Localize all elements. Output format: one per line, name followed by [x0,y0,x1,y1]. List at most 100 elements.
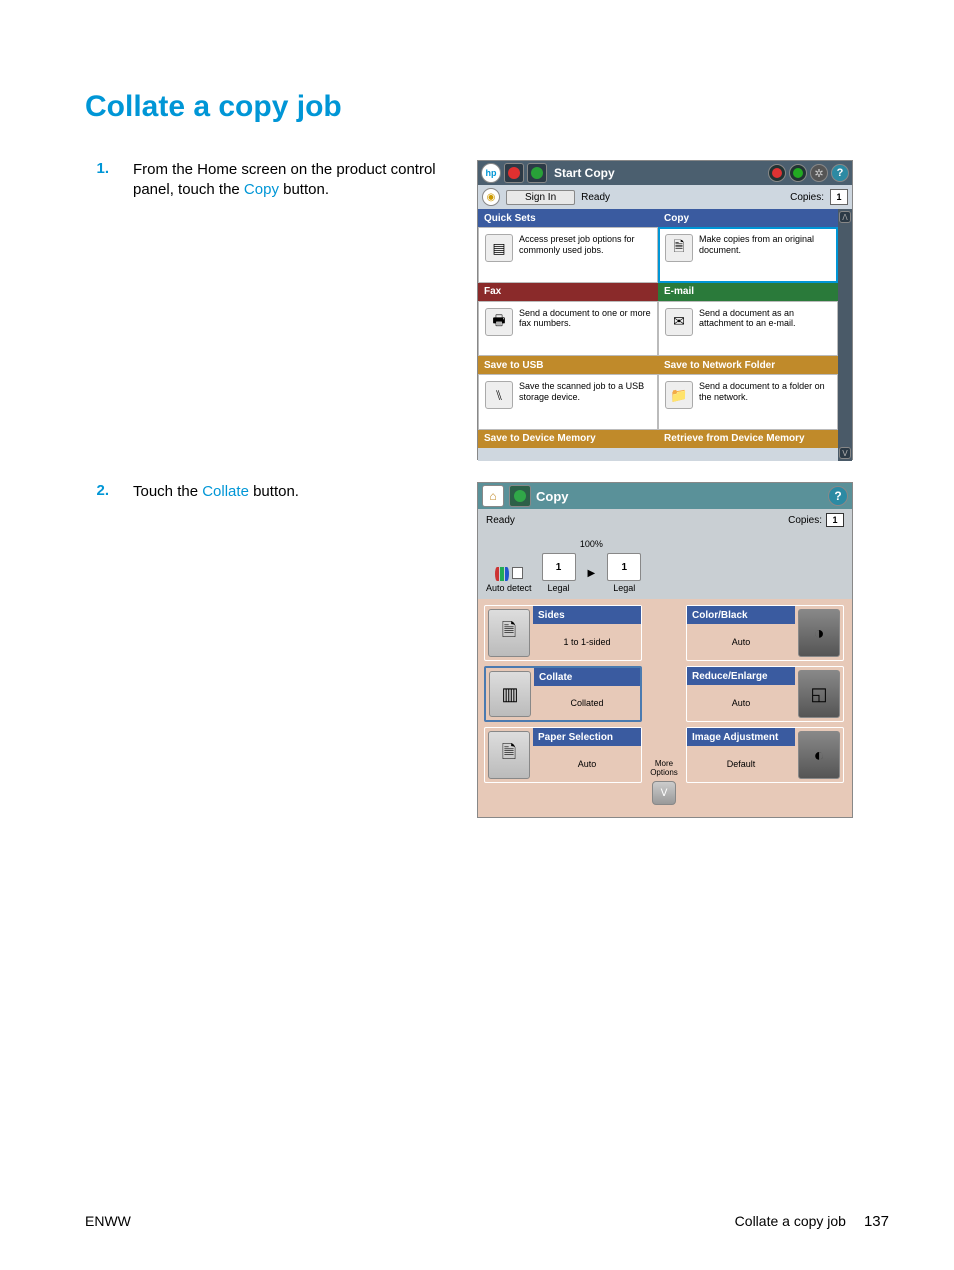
sign-in-button[interactable]: Sign In [506,190,575,205]
screenshot-copy: ⌂ Copy ? Ready Copies: 1 Auto detect 100… [477,482,853,818]
options-panel: 🗎 Sides1 to 1-sided ▥ CollateCollated 🗎 … [478,599,852,817]
paper-icon: 🗎 [488,731,530,779]
folder-icon: 📁 [665,381,693,409]
home-button[interactable]: ⌂ [482,485,504,507]
tile-save-usb[interactable]: Save to USB ⑊Save the scanned job to a U… [478,356,658,430]
fax-icon: 🖶 [485,308,513,336]
option-header: Paper Selection [533,728,641,746]
tile-header: Quick Sets [478,209,658,227]
option-color-black[interactable]: ◑ Color/BlackAuto [686,605,844,661]
stop-button[interactable] [504,163,524,183]
tile-desc: Access preset job options for commonly u… [519,234,651,256]
scroll-up-icon[interactable]: ᐱ [839,211,851,223]
step-number: 2. [85,482,109,818]
tile-save-device-memory[interactable]: Save to Device Memory [478,430,658,448]
collate-icon: ▥ [489,671,531,717]
step-text-pre: Touch the [133,483,202,500]
step-number: 1. [85,160,109,460]
top-bar: ⌂ Copy ? [478,483,852,509]
tile-desc: Save the scanned job to a USB storage de… [519,381,651,403]
tile-desc: Send a document to one or more fax numbe… [519,308,651,330]
tile-header: Retrieve from Device Memory [658,430,838,448]
page-title: Collate a copy job [85,90,889,124]
more-options[interactable]: More Options ᐯ [642,605,686,811]
option-image-adjustment[interactable]: ◐ Image AdjustmentDefault [686,727,844,783]
option-reduce-enlarge[interactable]: ◱ Reduce/EnlargeAuto [686,666,844,722]
tile-header: Save to Device Memory [478,430,658,448]
status-bar: Ready Copies: 1 [478,509,852,531]
tile-header: Save to Network Folder [658,356,838,374]
page-original[interactable]: 1 [542,553,576,581]
start-button[interactable] [509,485,531,507]
copies-label: Copies: [790,192,824,203]
footer-title: Collate a copy job [735,1213,846,1229]
email-icon: ✉ [665,308,693,336]
network-icon[interactable]: ◉ [482,188,500,206]
option-value: Collated [534,686,640,720]
tile-quick-sets[interactable]: Quick Sets ▤ Access preset job options fo… [478,209,658,283]
app-grid: Quick Sets ▤ Access preset job options fo… [478,209,852,461]
help-icon[interactable]: ? [831,164,849,182]
auto-detect-label: Auto detect [486,583,532,593]
help-icon[interactable]: ? [828,486,848,506]
adjust-icon: ◐ [798,731,840,779]
tile-header: Copy [658,209,838,227]
percent-label: 100% [580,539,603,549]
screen-title: Copy [536,489,569,504]
copies-input[interactable]: 1 [826,513,844,527]
option-sides[interactable]: 🗎 Sides1 to 1-sided [484,605,642,661]
option-header: Sides [533,606,641,624]
screenshot-home: hp Start Copy ✲ ? ◉ Sign In Ready Copies… [477,160,853,460]
color-detect-icon [495,567,523,581]
option-value: 1 to 1-sided [533,624,641,660]
tile-retrieve-device-memory[interactable]: Retrieve from Device Memory [658,430,838,448]
ready-label: Ready [581,192,610,203]
step-text-link: Collate [202,483,249,500]
preview-area: Auto detect 100% 1 Legal ▶ 1 Legal [478,531,852,599]
copies-label: Copies: [788,515,822,526]
auto-detect[interactable]: Auto detect [486,567,532,593]
option-header: Color/Black [687,606,795,624]
step-text-post: button. [279,181,329,198]
option-header: Image Adjustment [687,728,795,746]
page-footer: ENWW Collate a copy job 137 [85,1213,889,1230]
tile-desc: Make copies from an original document. [699,234,831,256]
option-collate[interactable]: ▥ CollateCollated [484,666,642,722]
hp-logo-icon: hp [481,163,501,183]
scroll-down-icon[interactable]: ᐯ [839,447,851,459]
tile-desc: Send a document to a folder on the netwo… [699,381,831,403]
option-paper-selection[interactable]: 🗎 Paper SelectionAuto [484,727,642,783]
copies-input[interactable]: 1 [830,189,848,205]
step-text: From the Home screen on the product cont… [133,160,453,460]
page-output[interactable]: 1 [607,553,641,581]
resize-icon: ◱ [798,670,840,718]
tile-email[interactable]: E-mail ✉ Send a document as an attachment… [658,283,838,357]
tile-desc: Send a document as an attachment to an e… [699,308,831,330]
status-bar: ◉ Sign In Ready Copies: 1 [478,185,852,209]
top-bar: hp Start Copy ✲ ? [478,161,852,185]
start-button[interactable] [527,163,547,183]
start-copy-label: Start Copy [554,166,615,180]
ready-label: Ready [486,515,515,526]
more-options-label: More Options [642,759,686,777]
usb-icon: ⑊ [485,381,513,409]
sides-icon: 🗎 [488,609,530,657]
tile-header: E-mail [658,283,838,301]
settings-icon[interactable]: ✲ [810,164,828,182]
status-green-icon [789,164,807,182]
option-value: Default [687,746,795,782]
tile-fax[interactable]: Fax 🖶 Send a document to one or more fax … [478,283,658,357]
tile-copy[interactable]: Copy 🗎 Make copies from an original docum… [658,209,838,283]
color-icon: ◑ [798,609,840,657]
step-2: 2. Touch the Collate button. ⌂ Copy ? Re… [85,482,889,818]
tile-header: Fax [478,283,658,301]
copy-icon: 🗎 [665,234,693,262]
scrollbar[interactable]: ᐱ ᐯ [838,209,852,461]
step-text-post: button. [249,483,299,500]
option-value: Auto [687,624,795,660]
option-header: Collate [534,668,640,686]
list-icon: ▤ [485,234,513,262]
chevron-down-icon[interactable]: ᐯ [652,781,676,805]
tile-save-network[interactable]: Save to Network Folder 📁 Send a document … [658,356,838,430]
footer-page-number: 137 [864,1213,889,1230]
